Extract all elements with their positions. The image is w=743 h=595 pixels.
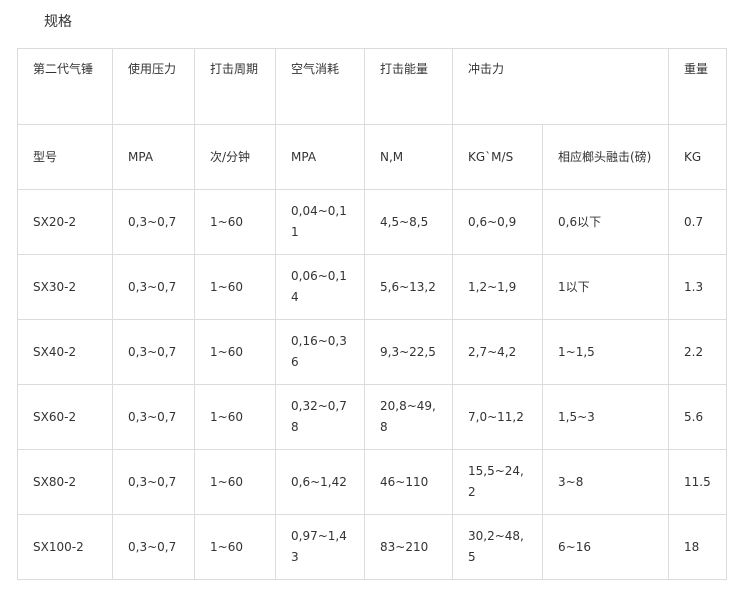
spec-table: 第二代气锤 使用压力 打击周期 空气消耗 打击能量 冲击力 重量 型号 MPA …	[17, 48, 728, 580]
table-cell: 1,2~1,9	[452, 254, 543, 320]
unit-cell: KG`M/S	[452, 124, 543, 190]
table-cell: 1~60	[194, 319, 276, 385]
table-cell: 1.3	[668, 254, 728, 320]
table-cell: 18	[668, 514, 728, 580]
header-cell: 冲击力	[451, 48, 670, 125]
table-cell: 20,8~49,8	[364, 384, 453, 450]
table-cell: SX60-2	[17, 384, 113, 450]
table-cell: SX30-2	[17, 254, 113, 320]
table-row: SX80-2 0,3~0,7 1~60 0,6~1,42 46~110 15,5…	[17, 449, 728, 515]
table-row: SX60-2 0,3~0,7 1~60 0,32~0,78 20,8~49,8 …	[17, 384, 728, 450]
section-heading: 规格	[44, 14, 72, 30]
table-row: SX100-2 0,3~0,7 1~60 0,97~1,43 83~210 30…	[17, 514, 728, 580]
table-cell: 7,0~11,2	[452, 384, 543, 450]
table-cell: SX100-2	[17, 514, 113, 580]
table-cell: 1~60	[194, 254, 276, 320]
table-cell: 3~8	[541, 449, 670, 515]
table-cell: 6~16	[541, 514, 670, 580]
unit-cell: KG	[668, 124, 728, 190]
table-cell: 0,3~0,7	[112, 254, 195, 320]
table-cell: 0,3~0,7	[112, 514, 195, 580]
header-cell: 使用压力	[112, 48, 195, 125]
table-cell: 1~60	[194, 449, 276, 515]
table-cell: 0,97~1,43	[275, 514, 365, 580]
table-cell: 2.2	[668, 319, 728, 385]
table-cell: 30,2~48,5	[452, 514, 543, 580]
table-cell: 1,5~3	[541, 384, 670, 450]
table-cell: 5.6	[668, 384, 728, 450]
table-cell: 0.7	[668, 189, 728, 255]
unit-cell: 相应榔头融击(磅)	[541, 124, 670, 190]
table-cell: 1~60	[194, 189, 276, 255]
table-cell: SX80-2	[17, 449, 113, 515]
table-cell: 0,04~0,11	[275, 189, 365, 255]
table-cell: 0,06~0,14	[275, 254, 365, 320]
unit-cell: 次/分钟	[194, 124, 276, 190]
table-cell: SX20-2	[17, 189, 113, 255]
table-cell: 11.5	[668, 449, 728, 515]
table-cell: 0,3~0,7	[112, 189, 195, 255]
header-row-units: 型号 MPA 次/分钟 MPA N,M KG`M/S 相应榔头融击(磅) KG	[17, 124, 728, 190]
table-cell: 0,6~0,9	[452, 189, 543, 255]
table-cell: 15,5~24,2	[452, 449, 543, 515]
table-cell: 2,7~4,2	[452, 319, 543, 385]
table-cell: 83~210	[364, 514, 453, 580]
header-cell: 打击能量	[364, 48, 453, 125]
table-cell: 0,6以下	[541, 189, 670, 255]
unit-cell: N,M	[364, 124, 453, 190]
table-cell: 9,3~22,5	[364, 319, 453, 385]
table-cell: 0,3~0,7	[112, 449, 195, 515]
table-cell: 0,32~0,78	[275, 384, 365, 450]
table-cell: 1~60	[194, 514, 276, 580]
unit-cell: 型号	[17, 124, 113, 190]
table-cell: 0,6~1,42	[275, 449, 365, 515]
table-cell: 4,5~8,5	[364, 189, 453, 255]
table-cell: 0,3~0,7	[112, 319, 195, 385]
header-cell: 打击周期	[194, 48, 276, 125]
unit-cell: MPA	[112, 124, 195, 190]
table-cell: 0,16~0,36	[275, 319, 365, 385]
table-cell: 5,6~13,2	[364, 254, 453, 320]
table-cell: 1~1,5	[541, 319, 670, 385]
header-row-primary: 第二代气锤 使用压力 打击周期 空气消耗 打击能量 冲击力 重量	[17, 48, 728, 125]
header-cell: 第二代气锤	[17, 48, 113, 125]
table-cell: 1以下	[541, 254, 670, 320]
table-cell: 1~60	[194, 384, 276, 450]
table-cell: SX40-2	[17, 319, 113, 385]
table-row: SX20-2 0,3~0,7 1~60 0,04~0,11 4,5~8,5 0,…	[17, 189, 728, 255]
header-cell: 重量	[668, 48, 728, 125]
table-row: SX30-2 0,3~0,7 1~60 0,06~0,14 5,6~13,2 1…	[17, 254, 728, 320]
header-cell: 空气消耗	[275, 48, 365, 125]
table-cell: 0,3~0,7	[112, 384, 195, 450]
table-cell: 46~110	[364, 449, 453, 515]
table-row: SX40-2 0,3~0,7 1~60 0,16~0,36 9,3~22,5 2…	[17, 319, 728, 385]
unit-cell: MPA	[275, 124, 365, 190]
